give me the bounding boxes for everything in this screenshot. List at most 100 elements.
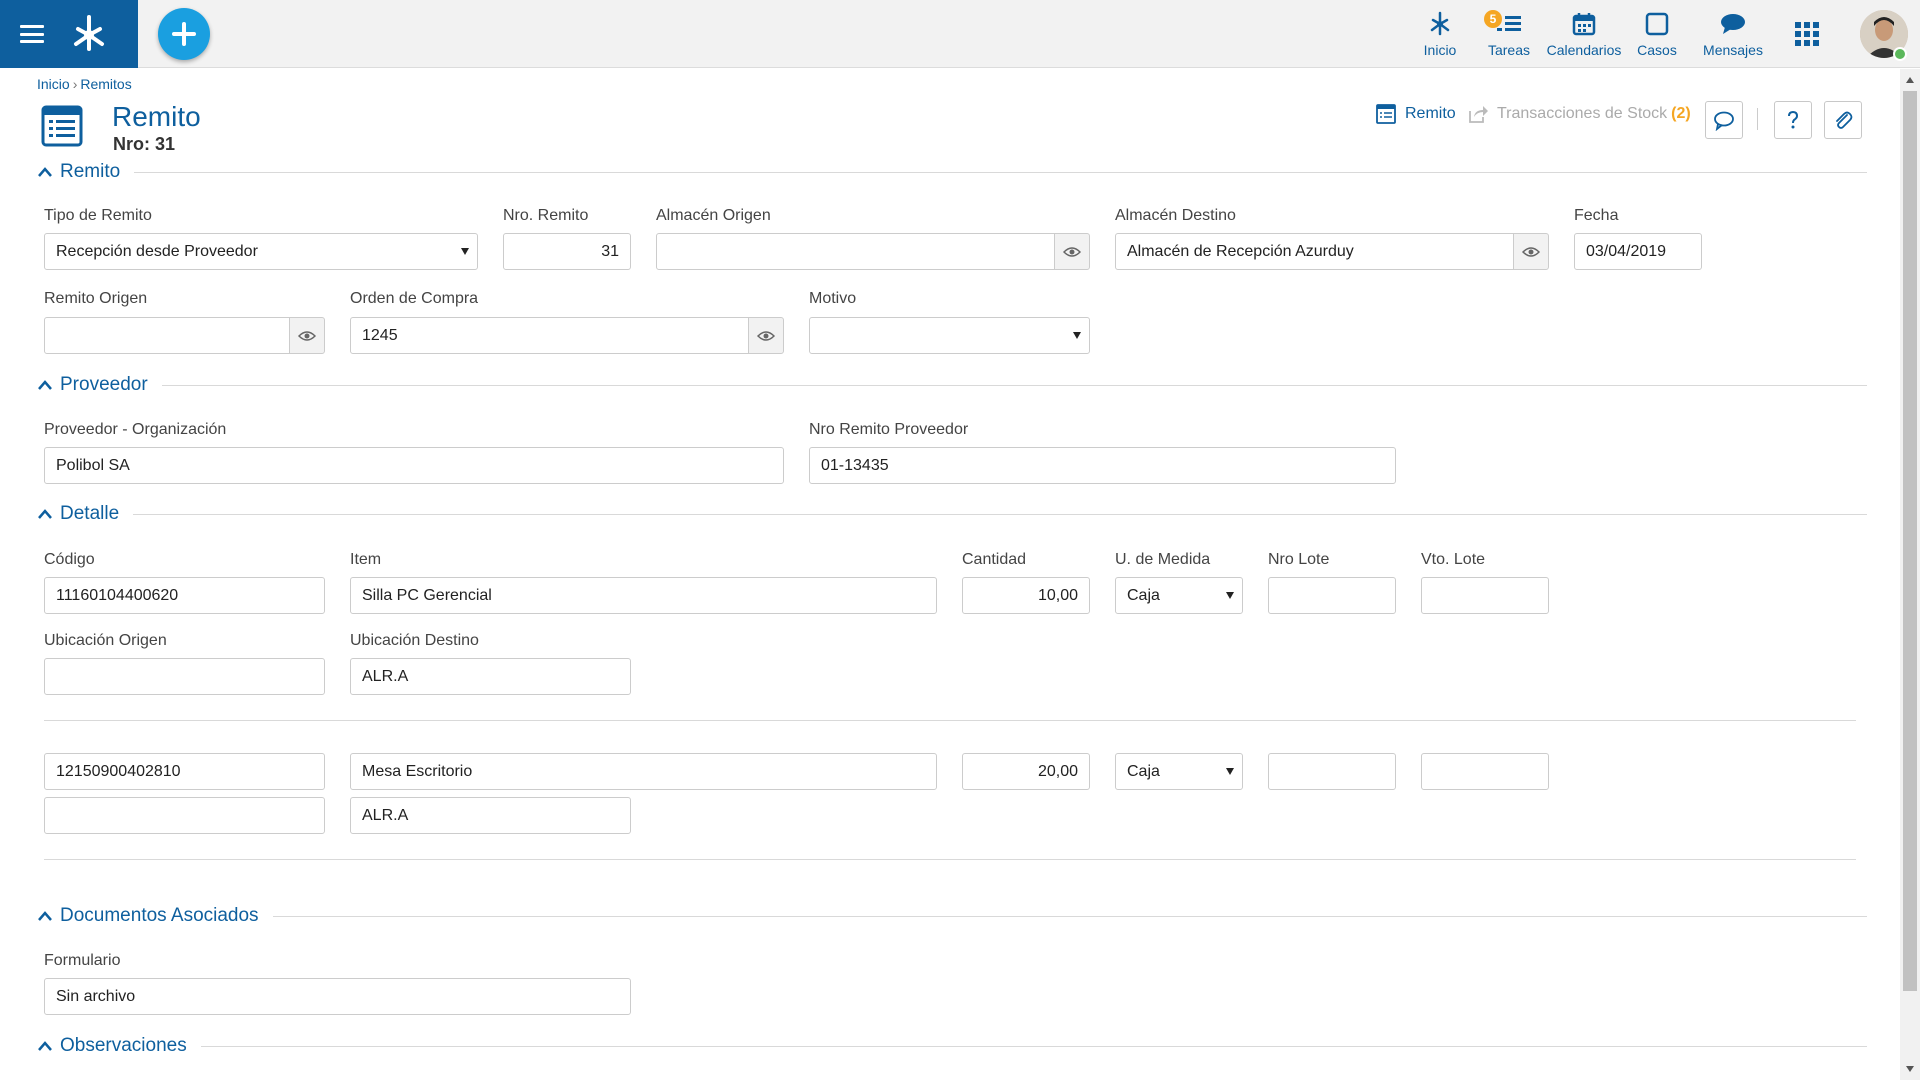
motivo-select[interactable]	[809, 317, 1090, 354]
row1-cantidad-field[interactable]: 10,00	[962, 577, 1090, 614]
almacen-origen-field[interactable]	[656, 233, 1055, 270]
formulario-field[interactable]: Sin archivo	[44, 978, 631, 1015]
row2-lote-field[interactable]	[1268, 753, 1396, 790]
section-remito[interactable]: Remito	[38, 161, 1867, 183]
orden-compra-field[interactable]: 1245	[350, 317, 749, 354]
plus-icon	[172, 22, 196, 46]
tipo-remito-select[interactable]: Recepción desde Proveedor	[44, 233, 478, 270]
nro-remito-field[interactable]: 31	[503, 233, 631, 270]
nav-casos[interactable]: Casos	[1634, 0, 1680, 68]
toolbar-separator	[1757, 108, 1758, 130]
section-remito-title: Remito	[60, 161, 121, 182]
row1-unidad-value: Caja	[1127, 586, 1160, 604]
row1-unidad-select[interactable]: Caja	[1115, 577, 1243, 614]
scroll-down-arrow-icon[interactable]	[1906, 1066, 1914, 1072]
row1-vto-field[interactable]	[1421, 577, 1549, 614]
nav-calendarios-label: Calendarios	[1546, 42, 1622, 58]
almacen-origen-label: Almacén Origen	[656, 207, 771, 224]
remito-origen-field[interactable]	[44, 317, 290, 354]
tipo-remito-label: Tipo de Remito	[44, 207, 152, 224]
nro-remito-proveedor-value: 01-13435	[821, 456, 889, 474]
row1-ub-origen-field[interactable]	[44, 658, 325, 695]
proveedor-org-field[interactable]: Polibol SA	[44, 447, 784, 484]
nav-calendarios[interactable]: Calendarios	[1546, 0, 1622, 68]
almacen-destino-value: Almacén de Recepción Azurduy	[1127, 242, 1354, 260]
top-bar: Inicio 5 Tareas Calendarios Casos Mensaj…	[0, 0, 1920, 68]
remito-origen-label: Remito Origen	[44, 290, 148, 307]
tipo-remito-value: Recepción desde Proveedor	[56, 242, 258, 260]
chevron-up-icon	[38, 1041, 52, 1051]
almacen-destino-view-button[interactable]	[1513, 233, 1549, 270]
section-observaciones[interactable]: Observaciones	[38, 1035, 1867, 1057]
row2-vto-field[interactable]	[1421, 753, 1549, 790]
menu-icon[interactable]	[20, 25, 44, 43]
codigo-label: Código	[44, 551, 95, 568]
row2-item-field[interactable]: Mesa Escritorio	[350, 753, 937, 790]
item-label: Item	[350, 551, 382, 568]
almacen-destino-field[interactable]: Almacén de Recepción Azurduy	[1115, 233, 1514, 270]
almacen-destino-label: Almacén Destino	[1115, 207, 1236, 224]
nav-tareas[interactable]: 5 Tareas	[1484, 0, 1534, 68]
fecha-field[interactable]: 03/04/2019	[1574, 233, 1702, 270]
apps-grid-icon[interactable]	[1795, 22, 1819, 46]
online-status-dot	[1893, 47, 1907, 61]
formulario-label: Formulario	[44, 952, 121, 969]
remito-link[interactable]: Remito	[1375, 103, 1456, 125]
stock-transactions-link[interactable]: Transacciones de Stock (2)	[1467, 103, 1691, 125]
remito-origen-view-button[interactable]	[289, 317, 325, 354]
row2-ub-origen-field[interactable]	[44, 797, 325, 834]
caret-down-icon	[1073, 332, 1081, 339]
section-documentos[interactable]: Documentos Asociados	[38, 905, 1867, 927]
breadcrumb: Inicio › Remitos	[37, 76, 132, 92]
nav-mensajes[interactable]: Mensajes	[1700, 0, 1766, 68]
section-proveedor-title: Proveedor	[60, 374, 148, 395]
messages-icon	[1721, 14, 1745, 34]
scroll-up-arrow-icon[interactable]	[1906, 77, 1914, 83]
breadcrumb-current[interactable]: Remitos	[80, 76, 131, 92]
comments-button[interactable]	[1705, 101, 1743, 139]
row1-ub-destino-value: ALR.A	[362, 667, 409, 685]
section-detalle-title: Detalle	[60, 503, 120, 524]
share-arrow-icon	[1469, 106, 1488, 123]
ubicacion-destino-label: Ubicación Destino	[350, 632, 479, 649]
section-detalle[interactable]: Detalle	[38, 503, 1867, 525]
nav-inicio[interactable]: Inicio	[1412, 0, 1468, 68]
caret-down-icon	[1226, 592, 1234, 599]
breadcrumb-home[interactable]: Inicio	[37, 76, 70, 92]
almacen-origen-view-button[interactable]	[1054, 233, 1090, 270]
nro-remito-proveedor-field[interactable]: 01-13435	[809, 447, 1396, 484]
row2-unidad-value: Caja	[1127, 762, 1160, 780]
row1-ub-destino-field[interactable]: ALR.A	[350, 658, 631, 695]
cases-icon	[1645, 12, 1669, 36]
comment-icon	[1714, 111, 1734, 131]
chevron-up-icon	[38, 167, 52, 177]
row1-item-value: Silla PC Gerencial	[362, 586, 492, 604]
attachments-button[interactable]	[1824, 101, 1862, 139]
row2-codigo-field[interactable]: 12150900402810	[44, 753, 325, 790]
help-button[interactable]	[1774, 101, 1812, 139]
scroll-thumb[interactable]	[1903, 91, 1917, 991]
unidad-label: U. de Medida	[1115, 551, 1211, 568]
row1-codigo-field[interactable]: 11160104400620	[44, 577, 325, 614]
ubicacion-origen-label: Ubicación Origen	[44, 632, 167, 649]
section-documentos-title: Documentos Asociados	[60, 905, 259, 926]
orden-compra-view-button[interactable]	[748, 317, 784, 354]
vertical-scrollbar[interactable]	[1900, 69, 1920, 1080]
row1-codigo-value: 11160104400620	[56, 586, 179, 604]
chevron-up-icon	[38, 509, 52, 519]
nro-remito-value: 31	[601, 242, 619, 260]
page-title: Remito	[112, 101, 201, 132]
section-proveedor[interactable]: Proveedor	[38, 374, 1867, 396]
row2-unidad-select[interactable]: Caja	[1115, 753, 1243, 790]
row1-item-field[interactable]: Silla PC Gerencial	[350, 577, 937, 614]
add-button[interactable]	[158, 8, 210, 60]
motivo-label: Motivo	[809, 290, 857, 307]
help-icon	[1788, 110, 1799, 129]
fecha-label: Fecha	[1574, 207, 1619, 224]
deyel-logo-icon[interactable]	[66, 11, 112, 57]
eye-icon	[1522, 246, 1540, 257]
row2-ub-destino-field[interactable]: ALR.A	[350, 797, 631, 834]
row2-cantidad-field[interactable]: 20,00	[962, 753, 1090, 790]
row1-lote-field[interactable]	[1268, 577, 1396, 614]
page-subtitle: Nro: 31	[113, 134, 176, 154]
